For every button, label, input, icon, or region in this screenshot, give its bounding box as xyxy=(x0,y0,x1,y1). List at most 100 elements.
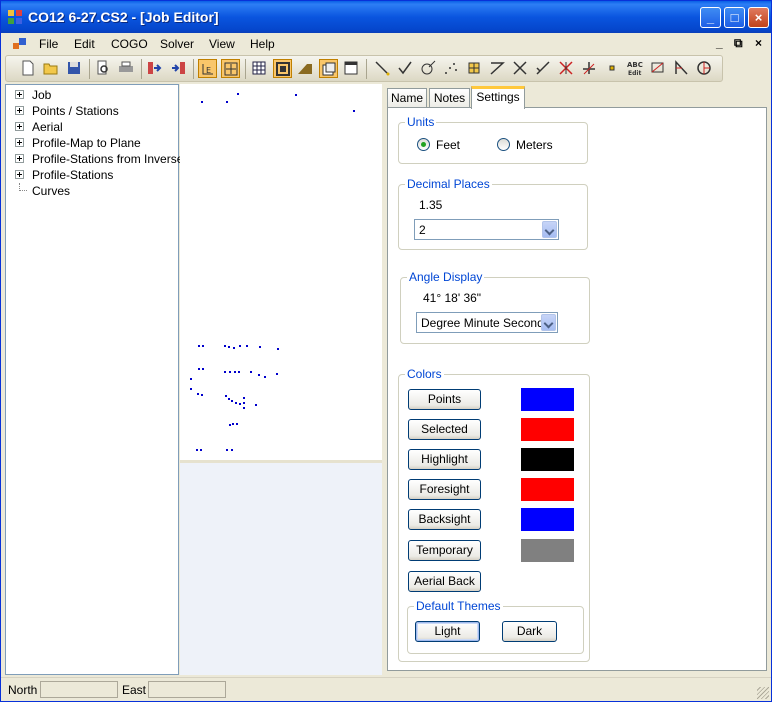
chevron-down-icon[interactable] xyxy=(541,314,556,331)
selected-color-button[interactable]: Selected xyxy=(408,419,481,440)
frame-button[interactable] xyxy=(273,59,292,78)
curve-tool-button[interactable] xyxy=(419,59,438,78)
survey-point[interactable] xyxy=(264,376,266,378)
profile-button[interactable] xyxy=(296,59,315,78)
survey-point[interactable] xyxy=(237,93,239,95)
survey-point[interactable] xyxy=(231,400,233,402)
checkmark-button[interactable] xyxy=(396,59,415,78)
decimal-places-select[interactable]: 2 xyxy=(414,219,559,240)
dark-theme-button[interactable]: Dark xyxy=(502,621,557,642)
menu-file[interactable]: File xyxy=(39,37,58,51)
survey-point[interactable] xyxy=(243,407,245,409)
tab-notes[interactable]: Notes xyxy=(429,88,470,108)
survey-point[interactable] xyxy=(197,393,199,395)
layers-button[interactable] xyxy=(319,59,338,78)
save-button[interactable] xyxy=(65,59,84,78)
mdi-restore-button[interactable]: ⧉ xyxy=(734,36,743,51)
survey-point[interactable] xyxy=(233,347,235,349)
light-theme-button[interactable]: Light xyxy=(415,621,480,642)
survey-point[interactable] xyxy=(225,395,227,397)
survey-point[interactable] xyxy=(202,368,204,370)
survey-point[interactable] xyxy=(258,374,260,376)
mdi-minimize-button[interactable]: _ xyxy=(716,36,723,50)
survey-point[interactable] xyxy=(235,402,237,404)
point-button[interactable] xyxy=(603,59,622,78)
survey-point[interactable] xyxy=(202,345,204,347)
new-file-button[interactable] xyxy=(19,59,38,78)
expand-icon[interactable] xyxy=(15,122,24,131)
survey-point[interactable] xyxy=(276,373,278,375)
grid-view-button[interactable] xyxy=(250,59,269,78)
survey-point[interactable] xyxy=(250,371,252,373)
survey-point[interactable] xyxy=(190,378,192,380)
import-button[interactable] xyxy=(169,59,188,78)
abc-edit-button[interactable]: ABC Edit xyxy=(626,59,645,78)
survey-point[interactable] xyxy=(224,371,226,373)
survey-point[interactable] xyxy=(201,394,203,396)
export-button[interactable] xyxy=(146,59,165,78)
survey-point[interactable] xyxy=(232,423,234,425)
survey-point[interactable] xyxy=(226,101,228,103)
job-tree[interactable]: Job Points / Stations Aerial Profile-Map… xyxy=(5,84,183,675)
fit-to-page-button[interactable]: E xyxy=(198,59,217,78)
scatter-points-button[interactable] xyxy=(442,59,461,78)
foresight-color-button[interactable]: Foresight xyxy=(408,479,481,500)
survey-point[interactable] xyxy=(243,397,245,399)
survey-point[interactable] xyxy=(196,449,198,451)
grid-points-button[interactable] xyxy=(465,59,484,78)
perpendicular-button[interactable] xyxy=(580,59,599,78)
feet-radio[interactable] xyxy=(417,138,430,151)
survey-point[interactable] xyxy=(259,346,261,348)
resize-grip[interactable] xyxy=(757,687,769,699)
intersect-button[interactable] xyxy=(511,59,530,78)
temporary-color-button[interactable]: Temporary xyxy=(408,540,481,561)
backsight-color-button[interactable]: Backsight xyxy=(408,509,481,530)
aerial-back-color-button[interactable]: Aerial Back xyxy=(408,571,481,592)
menu-edit[interactable]: Edit xyxy=(74,37,95,51)
zoom-extents-button[interactable] xyxy=(221,59,240,78)
survey-point[interactable] xyxy=(277,348,279,350)
expand-icon[interactable] xyxy=(15,106,24,115)
point-plot-canvas[interactable] xyxy=(180,84,382,461)
feet-label[interactable]: Feet xyxy=(436,138,460,152)
print-button[interactable] xyxy=(117,59,136,78)
chevron-down-icon[interactable] xyxy=(542,221,557,238)
survey-point[interactable] xyxy=(228,346,230,348)
close-button[interactable]: × xyxy=(748,7,769,28)
document-icon[interactable] xyxy=(13,38,27,50)
survey-point[interactable] xyxy=(226,449,228,451)
foresight-color-swatch[interactable] xyxy=(521,478,574,501)
minimize-button[interactable]: _ xyxy=(700,7,721,28)
title-bar[interactable]: CO12 6-27.CS2 - [Job Editor] _ □ × xyxy=(1,1,771,33)
angle-button[interactable] xyxy=(488,59,507,78)
points-color-button[interactable]: Points xyxy=(408,389,481,410)
tab-settings[interactable]: Settings xyxy=(471,86,525,109)
cross-button[interactable] xyxy=(557,59,576,78)
survey-point[interactable] xyxy=(229,371,231,373)
open-button[interactable] xyxy=(42,59,61,78)
angle-display-select[interactable]: Degree Minute Second xyxy=(416,312,558,333)
arc-button[interactable] xyxy=(695,59,714,78)
survey-point[interactable] xyxy=(229,424,231,426)
panel-splitter[interactable] xyxy=(382,84,386,675)
survey-point[interactable] xyxy=(238,371,240,373)
offset-button[interactable] xyxy=(534,59,553,78)
highlight-color-button[interactable]: Highlight xyxy=(408,449,481,470)
meters-radio[interactable] xyxy=(497,138,510,151)
backsight-color-swatch[interactable] xyxy=(521,508,574,531)
survey-point[interactable] xyxy=(201,101,203,103)
survey-point[interactable] xyxy=(353,110,355,112)
survey-point[interactable] xyxy=(200,449,202,451)
survey-point[interactable] xyxy=(228,398,230,400)
plot-lower-pane[interactable] xyxy=(180,463,382,675)
expand-icon[interactable] xyxy=(15,138,24,147)
selected-color-swatch[interactable] xyxy=(521,418,574,441)
menu-help[interactable]: Help xyxy=(250,37,275,51)
points-color-swatch[interactable] xyxy=(521,388,574,411)
temporary-color-swatch[interactable] xyxy=(521,539,574,562)
survey-point[interactable] xyxy=(236,423,238,425)
meters-label[interactable]: Meters xyxy=(516,138,553,152)
expand-icon[interactable] xyxy=(15,90,24,99)
survey-point[interactable] xyxy=(243,402,245,404)
survey-point[interactable] xyxy=(246,345,248,347)
